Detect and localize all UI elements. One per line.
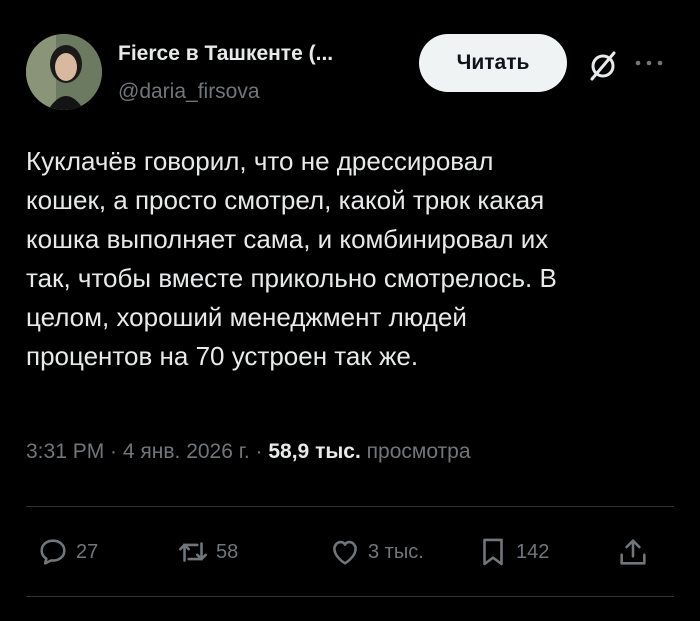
author-handle[interactable]: @daria_firsova xyxy=(118,80,260,104)
tweet-text: Куклачёв говорил, что не дрессировал кош… xyxy=(26,142,676,376)
bookmark-icon xyxy=(483,538,503,566)
follow-button[interactable]: Читать xyxy=(419,34,567,92)
tweet-time[interactable]: 3:31 PM xyxy=(26,440,104,463)
tweet-line: кошка выполняет сама, и комбинировал их xyxy=(26,224,549,254)
divider xyxy=(26,596,674,597)
tweet-line: процентов на 70 устроен так же. xyxy=(26,341,419,371)
avatar[interactable] xyxy=(26,34,102,110)
reply-count: 27 xyxy=(76,540,99,563)
divider xyxy=(26,506,674,507)
bookmark-button[interactable]: 142 xyxy=(476,530,549,574)
author-name[interactable]: Fierce в Ташкенте (... xyxy=(118,42,408,66)
repost-count: 58 xyxy=(216,540,239,563)
tweet-line: кошек, а просто смотрел, какой трюк кака… xyxy=(26,185,545,215)
bookmark-count: 142 xyxy=(516,540,550,563)
reply-icon xyxy=(40,539,66,565)
like-icon xyxy=(333,540,357,565)
tweet-header: Fierce в Ташкенте (... @daria_firsova Чи… xyxy=(26,34,680,114)
tweet-line: целом, хороший менеджмент людей xyxy=(26,302,467,332)
share-icon xyxy=(620,539,646,565)
reply-button[interactable]: 27 xyxy=(36,530,98,574)
meta-separator: · xyxy=(249,440,269,463)
more-icon[interactable] xyxy=(634,58,664,68)
tweet-line: так, чтобы вместе прикольно смотрелось. … xyxy=(26,263,557,293)
like-button[interactable]: 3 тыс. xyxy=(328,530,424,574)
repost-icon xyxy=(178,542,208,562)
tweet-line: Куклачёв говорил, что не дрессировал xyxy=(26,146,494,176)
meta-separator: · xyxy=(104,440,123,463)
grok-icon[interactable] xyxy=(585,48,621,84)
views-count: 58,9 тыс. xyxy=(268,440,361,463)
tweet-meta: 3:31 PM · 4 янв. 2026 г. · 58,9 тыс. про… xyxy=(26,440,471,464)
like-count: 3 тыс. xyxy=(368,540,424,563)
tweet-date[interactable]: 4 янв. 2026 г. xyxy=(123,440,250,463)
views-label: просмотра xyxy=(360,440,471,463)
share-button[interactable] xyxy=(616,530,656,574)
repost-button[interactable]: 58 xyxy=(176,530,238,574)
action-bar: 27 58 3 тыс. 142 xyxy=(26,530,674,574)
